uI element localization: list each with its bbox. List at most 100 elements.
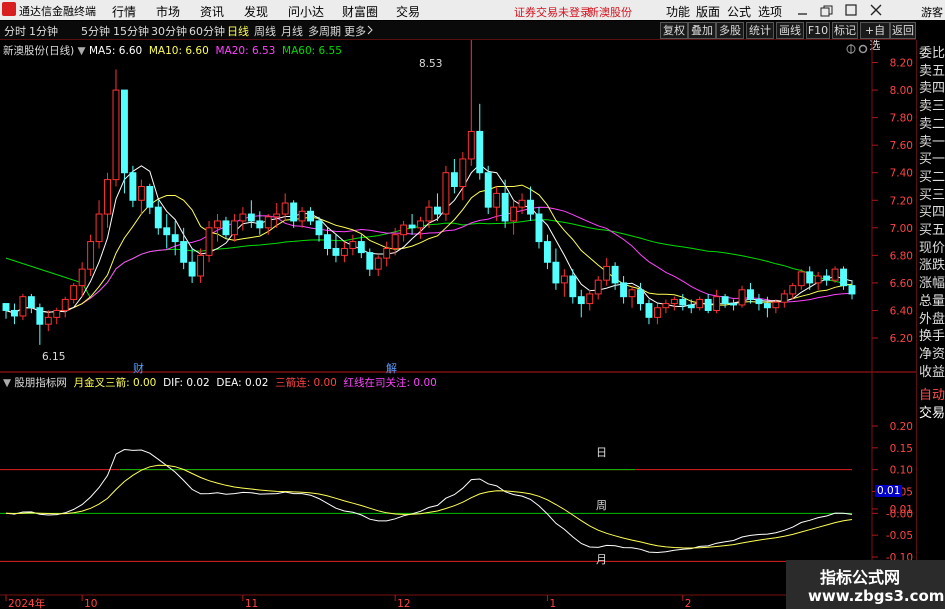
- side-panel-item[interactable]: 换手: [919, 329, 945, 344]
- side-panel-item[interactable]: 涨幅: [919, 276, 945, 291]
- candle-down[interactable]: [577, 296, 585, 305]
- candle-down[interactable]: [146, 186, 154, 208]
- candle-up[interactable]: [239, 213, 247, 222]
- candle-down[interactable]: [180, 241, 188, 263]
- menu-item-faxian[interactable]: 发现: [244, 3, 268, 20]
- candle-down[interactable]: [2, 303, 10, 311]
- back-button[interactable]: 返回: [890, 22, 916, 39]
- candle-up[interactable]: [104, 179, 111, 215]
- menu-item-gongshi[interactable]: 公式: [727, 3, 751, 20]
- candle-down[interactable]: [611, 265, 619, 284]
- event-marker-jie[interactable]: 解: [386, 360, 397, 376]
- candle-down[interactable]: [163, 227, 171, 236]
- candle-down[interactable]: [721, 296, 729, 305]
- candle-up[interactable]: [197, 254, 205, 277]
- candle-up[interactable]: [780, 293, 788, 303]
- menu-item-gongneng[interactable]: 功能: [666, 3, 690, 20]
- side-panel-item[interactable]: 卖五: [919, 64, 945, 79]
- candle-down[interactable]: [552, 261, 560, 284]
- side-panel-item[interactable]: 卖二: [919, 117, 945, 132]
- draw-line-button[interactable]: 画线: [776, 22, 804, 39]
- candle-down[interactable]: [408, 224, 416, 229]
- candle-down[interactable]: [256, 220, 264, 229]
- candle-down[interactable]: [129, 172, 137, 201]
- candle-up[interactable]: [137, 186, 145, 201]
- candle-up[interactable]: [383, 247, 391, 259]
- side-panel-item[interactable]: 买二: [919, 170, 945, 185]
- period-5min[interactable]: 5分钟: [81, 23, 110, 39]
- candle-up[interactable]: [653, 307, 661, 318]
- period-1min[interactable]: 1分钟: [29, 23, 58, 39]
- side-panel-item[interactable]: 买一: [919, 152, 945, 167]
- candle-down[interactable]: [10, 309, 18, 317]
- kline-chart[interactable]: 8.40 8.20 8.00 7.80 7.60 7.40 7.20 7.00 6.80 6.60…: [0, 40, 916, 609]
- multi-stock-button[interactable]: 多股: [716, 22, 744, 39]
- candle-down[interactable]: [315, 220, 323, 236]
- candle-up[interactable]: [273, 213, 281, 218]
- side-panel-item[interactable]: 收益: [919, 365, 945, 380]
- period-multi[interactable]: 多周期: [308, 23, 341, 39]
- crosshair-icon[interactable]: [846, 44, 856, 54]
- candle-up[interactable]: [78, 268, 86, 287]
- candle-up[interactable]: [797, 271, 805, 287]
- candle-up[interactable]: [230, 220, 238, 236]
- candle-up[interactable]: [87, 241, 95, 270]
- side-panel-item[interactable]: 涨跌: [919, 258, 945, 273]
- guest-label[interactable]: 游客: [921, 4, 943, 20]
- candle-down[interactable]: [36, 307, 44, 325]
- candle-up[interactable]: [95, 213, 103, 243]
- candle-up[interactable]: [61, 298, 69, 311]
- maximize-icon[interactable]: [845, 4, 857, 16]
- candle-down[interactable]: [27, 296, 35, 309]
- overlay-button[interactable]: 叠加: [688, 22, 716, 39]
- candle-up[interactable]: [670, 298, 678, 305]
- candle-up[interactable]: [349, 241, 357, 249]
- candle-down[interactable]: [730, 303, 738, 306]
- candle-down[interactable]: [450, 172, 458, 188]
- candle-down[interactable]: [840, 268, 848, 287]
- period-week[interactable]: 周线: [254, 23, 276, 39]
- trade-login-status[interactable]: 证券交易未登录: [514, 4, 591, 20]
- bookmark-button[interactable]: 标记: [832, 22, 858, 39]
- indicator-name[interactable]: 股朋指标网: [14, 377, 67, 389]
- side-panel-item[interactable]: 现价: [919, 241, 945, 256]
- candle-up[interactable]: [603, 265, 611, 281]
- period-more[interactable]: 更多: [344, 23, 366, 39]
- period-60min[interactable]: 60分钟: [189, 23, 225, 39]
- candle-up[interactable]: [713, 296, 721, 311]
- candle-up[interactable]: [586, 293, 594, 305]
- candle-down[interactable]: [543, 241, 551, 263]
- side-panel-item[interactable]: 买三: [919, 188, 945, 203]
- candle-up[interactable]: [70, 285, 78, 300]
- candle-down[interactable]: [704, 298, 712, 311]
- candle-up[interactable]: [510, 206, 518, 222]
- candle-up[interactable]: [738, 289, 746, 306]
- candle-down[interactable]: [357, 241, 365, 254]
- candle-up[interactable]: [417, 220, 425, 229]
- candle-down[interactable]: [806, 271, 814, 284]
- candle-down[interactable]: [569, 275, 577, 298]
- side-panel-item[interactable]: 委比: [919, 46, 945, 61]
- menu-item-shichang[interactable]: 市场: [156, 3, 180, 20]
- candle-down[interactable]: [848, 285, 856, 295]
- candle-down[interactable]: [290, 202, 298, 222]
- candle-up[interactable]: [374, 257, 382, 270]
- menu-item-xuanxiang[interactable]: 选项: [758, 3, 782, 20]
- menu-item-banmian[interactable]: 版面: [696, 3, 720, 20]
- candle-up[interactable]: [662, 303, 670, 309]
- candle-down[interactable]: [222, 220, 230, 236]
- candle-down[interactable]: [501, 192, 509, 222]
- side-panel-item[interactable]: 总量: [919, 294, 945, 309]
- candle-up[interactable]: [425, 206, 433, 222]
- side-panel-item[interactable]: 净资: [919, 347, 945, 362]
- menu-item-wenxiaoda[interactable]: 问小达: [288, 3, 324, 20]
- side-panel-item[interactable]: 买四: [919, 205, 945, 220]
- candle-up[interactable]: [814, 275, 822, 284]
- candle-up[interactable]: [340, 247, 348, 256]
- candle-down[interactable]: [366, 252, 374, 270]
- side-panel-item[interactable]: 卖四: [919, 81, 945, 96]
- candle-down[interactable]: [763, 303, 771, 309]
- candle-up[interactable]: [214, 220, 221, 229]
- candle-up[interactable]: [281, 202, 289, 215]
- candle-down[interactable]: [120, 89, 128, 174]
